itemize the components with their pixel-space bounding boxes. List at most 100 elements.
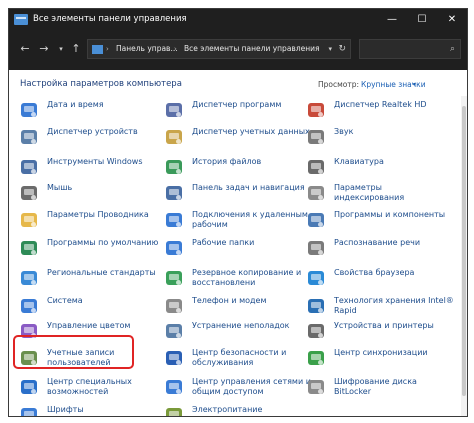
control-panel-item-label: Центр безопасности и обслуживания bbox=[192, 348, 287, 367]
control-panel-item-label: Мышь bbox=[47, 183, 73, 192]
clock-icon bbox=[20, 101, 38, 119]
device-manager-icon bbox=[20, 128, 38, 146]
control-panel-item[interactable]: Свойства браузера bbox=[307, 266, 445, 296]
control-panel-item-label: Диспетчер Realtek HD bbox=[334, 100, 427, 109]
control-panel-item[interactable]: Центр управления сетями и общим доступом bbox=[165, 375, 311, 405]
taskbar-icon bbox=[165, 184, 183, 202]
control-panel-item[interactable]: Устройства и принтеры bbox=[307, 319, 445, 349]
control-panel-item-label: История файлов bbox=[192, 157, 262, 166]
control-panel-item[interactable]: Шрифты bbox=[20, 403, 158, 416]
control-panel-item-label: Программы и компоненты bbox=[334, 210, 446, 219]
backup-icon bbox=[165, 269, 183, 287]
remote-desktop-icon bbox=[165, 211, 183, 229]
control-panel-item[interactable]: Центр синхронизации bbox=[307, 346, 445, 376]
sync-icon bbox=[307, 349, 325, 367]
program-manager-icon bbox=[165, 101, 183, 119]
security-flag-icon bbox=[165, 349, 183, 367]
control-panel-item[interactable]: Параметры индексирования bbox=[307, 181, 445, 211]
minimize-button[interactable]: — bbox=[377, 9, 407, 30]
control-panel-item[interactable]: Устранение неполадок bbox=[165, 319, 303, 349]
breadcrumb-separator[interactable]: › bbox=[174, 43, 177, 55]
mouse-icon bbox=[20, 184, 38, 202]
scrollbar[interactable] bbox=[461, 96, 467, 416]
search-input[interactable]: ⌕ bbox=[359, 39, 461, 59]
highlight-frame bbox=[13, 335, 134, 369]
bitlocker-icon bbox=[307, 378, 325, 396]
control-panel-item-label: Звук bbox=[334, 127, 354, 136]
control-panel-item-label: Управление цветом bbox=[47, 321, 131, 330]
control-panel-item[interactable]: Подключения к удаленным рабочим bbox=[165, 208, 308, 238]
back-button[interactable]: ← bbox=[17, 40, 33, 58]
microphone-icon bbox=[307, 239, 325, 257]
control-panel-item-label: Параметры индексирования bbox=[334, 183, 405, 202]
breadcrumb-separator[interactable]: › bbox=[296, 43, 299, 55]
keyboard-icon bbox=[307, 158, 325, 176]
browser-icon bbox=[307, 269, 325, 287]
control-panel-item-label: Рабочие папки bbox=[192, 238, 255, 247]
control-panel-item[interactable]: Электропитание bbox=[165, 403, 303, 416]
control-panel-item-label: Диспетчер устройств bbox=[47, 127, 138, 136]
address-dropdown-icon[interactable]: ▾ bbox=[328, 43, 332, 55]
breadcrumb-all-items[interactable]: Все элементы панели управления bbox=[184, 43, 320, 55]
title-bar: Все элементы панели управления — ☐ ✕ bbox=[9, 9, 467, 30]
control-panel-item[interactable]: Дата и время bbox=[20, 98, 158, 128]
control-panel-item[interactable]: Диспетчер программ bbox=[165, 98, 303, 128]
globe-icon bbox=[20, 269, 38, 287]
address-field[interactable]: › Панель управ... › Все элементы панели … bbox=[87, 39, 351, 59]
programs-icon bbox=[307, 211, 325, 229]
control-panel-item-label: Устранение неполадок bbox=[192, 321, 290, 330]
control-panel-item[interactable]: Звук bbox=[307, 125, 445, 155]
control-panel-item[interactable]: Резервное копирование и восстановлени bbox=[165, 266, 303, 296]
control-panel-item-label: Электропитание bbox=[192, 405, 263, 414]
refresh-icon[interactable]: ↻ bbox=[338, 43, 346, 55]
recent-locations-button[interactable]: ▾ bbox=[53, 40, 69, 58]
indexing-icon bbox=[307, 184, 325, 202]
search-icon: ⌕ bbox=[449, 44, 455, 54]
control-panel-item-label: Резервное копирование и восстановлени bbox=[192, 268, 302, 287]
control-panel-icon bbox=[92, 45, 103, 54]
control-panel-item[interactable]: Рабочие папки bbox=[165, 236, 303, 266]
control-panel-item-label: Панель задач и навигация bbox=[192, 183, 305, 192]
control-panel-item[interactable]: Мышь bbox=[20, 181, 158, 211]
control-panel-item[interactable]: Региональные стандарты bbox=[20, 266, 158, 296]
folder-icon bbox=[20, 211, 38, 229]
control-panel-item[interactable]: Диспетчер Realtek HD bbox=[307, 98, 445, 128]
power-icon bbox=[165, 406, 183, 416]
up-button[interactable]: ↑ bbox=[68, 40, 84, 58]
control-panel-item-label: Программы по умолчанию bbox=[47, 238, 159, 247]
close-button[interactable]: ✕ bbox=[437, 9, 467, 30]
breadcrumb-separator[interactable]: › bbox=[106, 43, 109, 55]
control-panel-item[interactable]: Программы и компоненты bbox=[307, 208, 445, 238]
control-panel-item-label: Центр специальных возможностей bbox=[47, 377, 132, 396]
control-panel-item[interactable]: Центр специальных возможностей bbox=[20, 375, 158, 405]
control-panel-item-label: Центр управления сетями и общим доступом bbox=[192, 377, 311, 396]
scrollbar-thumb[interactable] bbox=[462, 106, 466, 396]
control-panel-item-label: Инструменты Windows bbox=[47, 157, 143, 166]
control-panel-item[interactable]: Параметры Проводника bbox=[20, 208, 158, 238]
control-panel-item-label: Центр синхронизации bbox=[334, 348, 428, 357]
breadcrumb-control-panel[interactable]: Панель управ... bbox=[116, 43, 178, 55]
tools-icon bbox=[20, 158, 38, 176]
printer-icon bbox=[307, 322, 325, 340]
credentials-icon bbox=[165, 128, 183, 146]
control-panel-item[interactable]: Центр безопасности и обслуживания bbox=[165, 346, 303, 376]
control-panel-item-label: Устройства и принтеры bbox=[334, 321, 434, 330]
control-panel-item-label: Шрифты bbox=[47, 405, 84, 414]
control-panel-item-label: Телефон и модем bbox=[192, 296, 267, 305]
maximize-button[interactable]: ☐ bbox=[407, 9, 437, 30]
control-panel-item-label: Диспетчер учетных данных bbox=[192, 127, 310, 136]
control-panel-item-label: Диспетчер программ bbox=[192, 100, 282, 109]
control-panel-item[interactable]: Распознавание речи bbox=[307, 236, 445, 266]
control-panel-item[interactable]: Панель задач и навигация bbox=[165, 181, 305, 211]
control-panel-item[interactable]: Диспетчер устройств bbox=[20, 125, 158, 155]
control-panel-item-label: Шифрование диска BitLocker bbox=[334, 377, 417, 396]
control-panel-item[interactable]: Шифрование диска BitLocker bbox=[307, 375, 445, 405]
control-panel-window: Все элементы панели управления — ☐ ✕ ← →… bbox=[8, 8, 468, 417]
forward-button[interactable]: → bbox=[36, 40, 52, 58]
control-panel-item[interactable]: Диспетчер учетных данных bbox=[165, 125, 310, 155]
control-panel-item-label: Параметры Проводника bbox=[47, 210, 149, 219]
control-panel-item-label: Технология хранения Intel® Rapid bbox=[334, 296, 454, 315]
default-programs-icon bbox=[20, 239, 38, 257]
control-panel-item[interactable]: Программы по умолчанию bbox=[20, 236, 158, 266]
sound-icon bbox=[307, 128, 325, 146]
